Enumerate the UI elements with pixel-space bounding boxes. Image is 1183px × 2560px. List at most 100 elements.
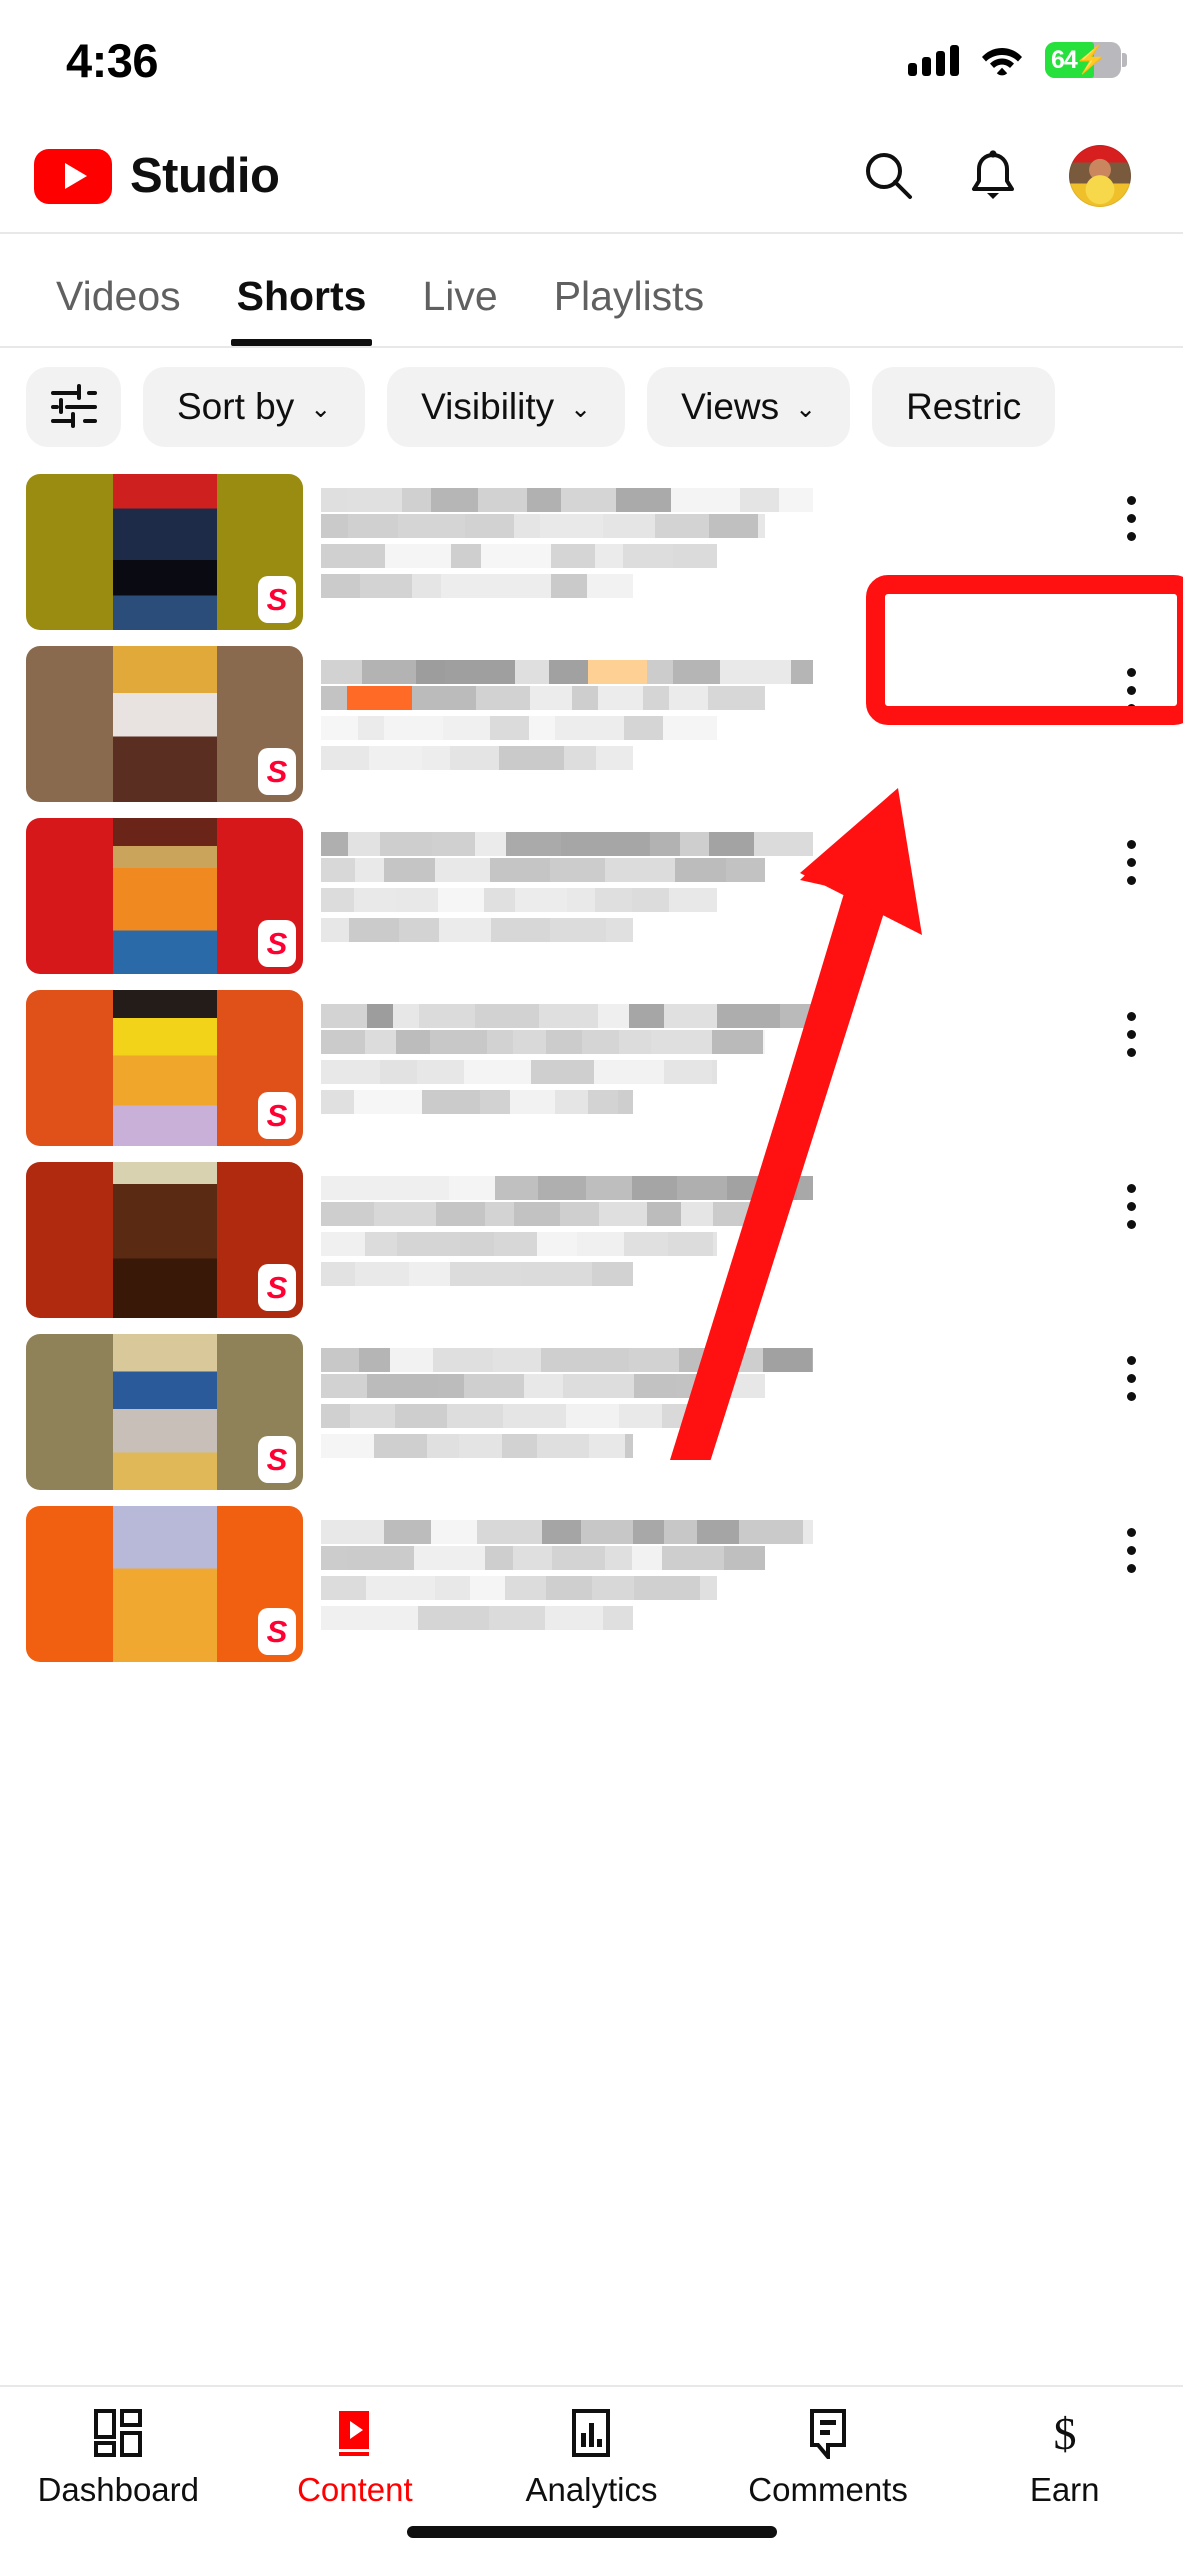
video-thumbnail[interactable]: S	[26, 1162, 303, 1318]
video-list-row[interactable]: S	[0, 1498, 1183, 1670]
more-options-icon[interactable]	[1099, 1506, 1163, 1573]
comments-bubble-icon	[802, 2405, 854, 2461]
thumbnail-image	[112, 990, 217, 1146]
home-indicator	[406, 2526, 777, 2538]
video-thumbnail[interactable]: S	[26, 1334, 303, 1490]
shorts-badge-icon: S	[258, 748, 296, 795]
filter-chip-row: Sort by ⌄ Visibility ⌄ Views ⌄ Restric	[0, 348, 1183, 466]
tab-playlists[interactable]: Playlists	[526, 273, 732, 346]
shorts-list: S S S S S S S	[0, 466, 1183, 1670]
earn-dollar-icon: $	[1039, 2405, 1091, 2461]
youtube-studio-screen: 4:36 64 ⚡ Studio Videos Shorts Live Play…	[0, 0, 1183, 2560]
thumbnail-image	[112, 474, 217, 630]
status-bar: 4:36 64 ⚡	[0, 0, 1183, 120]
video-meta-blurred	[303, 1506, 1099, 1660]
blurred-title-and-stats	[321, 488, 1099, 628]
notifications-bell-icon[interactable]	[965, 148, 1021, 204]
video-list-row[interactable]: S	[0, 982, 1183, 1154]
shorts-badge-icon: S	[258, 1264, 296, 1311]
nav-label-analytics: Analytics	[525, 2471, 658, 2508]
nav-label-comments: Comments	[748, 2471, 908, 2508]
thumbnail-image	[112, 1334, 217, 1490]
shorts-badge-icon: S	[258, 1436, 296, 1483]
analytics-bars-icon	[565, 2405, 617, 2461]
blurred-title-and-stats	[321, 1004, 1099, 1144]
video-meta-blurred	[303, 818, 1099, 972]
chip-views[interactable]: Views ⌄	[647, 367, 851, 447]
video-meta-blurred	[303, 1334, 1099, 1488]
video-thumbnail[interactable]: S	[26, 474, 303, 630]
more-options-icon[interactable]	[1099, 990, 1163, 1057]
video-list-row[interactable]: S	[0, 1326, 1183, 1498]
thumbnail-image	[112, 1162, 217, 1318]
chevron-down-icon: ⌄	[795, 394, 817, 423]
cellular-signal-icon	[908, 44, 959, 76]
chip-sort-by[interactable]: Sort by ⌄	[143, 367, 366, 447]
youtube-logo-icon	[34, 148, 112, 204]
nav-label-earn: Earn	[1029, 2471, 1100, 2508]
thumbnail-image	[112, 646, 217, 802]
blurred-title-and-stats	[321, 1520, 1099, 1660]
thumbnail-image	[112, 818, 217, 974]
more-options-icon[interactable]	[1099, 1334, 1163, 1401]
nav-item-comments[interactable]: Comments	[710, 2405, 947, 2509]
blurred-title-and-stats	[321, 832, 1099, 972]
wifi-icon	[981, 44, 1023, 76]
content-tabs: Videos Shorts Live Playlists	[0, 234, 1183, 346]
blurred-title-and-stats	[321, 660, 1099, 800]
search-icon[interactable]	[861, 148, 917, 204]
chip-restrictions-label: Restric	[906, 386, 1022, 427]
shorts-badge-icon: S	[258, 576, 296, 623]
video-list-row[interactable]: S	[0, 1154, 1183, 1326]
header-actions	[861, 145, 1131, 207]
chip-visibility-label: Visibility	[421, 386, 555, 427]
video-list-row[interactable]: S	[0, 810, 1183, 982]
nav-item-content[interactable]: Content	[237, 2405, 474, 2509]
more-options-icon[interactable]	[1099, 1162, 1163, 1229]
more-options-icon[interactable]	[1099, 474, 1163, 541]
studio-brand[interactable]: Studio	[34, 148, 280, 204]
shorts-badge-icon: S	[258, 920, 296, 967]
shorts-badge-icon: S	[258, 1608, 296, 1655]
chevron-down-icon: ⌄	[570, 394, 592, 423]
shorts-badge-icon: S	[258, 1092, 296, 1139]
blurred-title-and-stats	[321, 1348, 1099, 1488]
app-header: Studio	[0, 120, 1183, 232]
blurred-title-and-stats	[321, 1176, 1099, 1316]
chip-restrictions[interactable]: Restric	[872, 367, 1056, 447]
video-list-row[interactable]: S	[0, 638, 1183, 810]
thumbnail-image	[112, 1506, 217, 1662]
video-meta-blurred	[303, 990, 1099, 1144]
content-play-icon	[329, 2405, 381, 2461]
status-bar-time: 4:36	[66, 33, 159, 87]
user-avatar[interactable]	[1069, 145, 1131, 207]
video-meta-blurred	[303, 646, 1099, 800]
nav-item-analytics[interactable]: Analytics	[473, 2405, 710, 2509]
battery-percent-label: 64	[1051, 45, 1078, 74]
chip-views-label: Views	[681, 386, 780, 427]
more-options-icon[interactable]	[1099, 818, 1163, 885]
battery-indicator: 64 ⚡	[1045, 42, 1127, 78]
chevron-down-icon: ⌄	[310, 394, 332, 423]
video-meta-blurred	[303, 1162, 1099, 1316]
video-thumbnail[interactable]: S	[26, 646, 303, 802]
chip-sort-by-label: Sort by	[177, 386, 295, 427]
more-options-icon[interactable]	[1099, 646, 1163, 713]
video-list-row[interactable]: S	[0, 466, 1183, 638]
video-meta-blurred	[303, 474, 1099, 628]
tab-videos[interactable]: Videos	[28, 273, 209, 346]
nav-item-earn[interactable]: $ Earn	[946, 2405, 1183, 2509]
tab-shorts[interactable]: Shorts	[209, 273, 395, 346]
brand-title: Studio	[130, 149, 280, 203]
video-thumbnail[interactable]: S	[26, 990, 303, 1146]
charging-bolt-icon: ⚡	[1074, 44, 1108, 75]
video-thumbnail[interactable]: S	[26, 818, 303, 974]
filter-sliders-icon[interactable]	[26, 367, 121, 447]
chip-visibility[interactable]: Visibility ⌄	[387, 367, 626, 447]
dashboard-grid-icon	[92, 2405, 144, 2461]
nav-label-content: Content	[297, 2471, 413, 2508]
video-thumbnail[interactable]: S	[26, 1506, 303, 1662]
tab-live[interactable]: Live	[394, 273, 525, 346]
status-bar-indicators: 64 ⚡	[908, 42, 1127, 78]
nav-item-dashboard[interactable]: Dashboard	[0, 2405, 237, 2509]
